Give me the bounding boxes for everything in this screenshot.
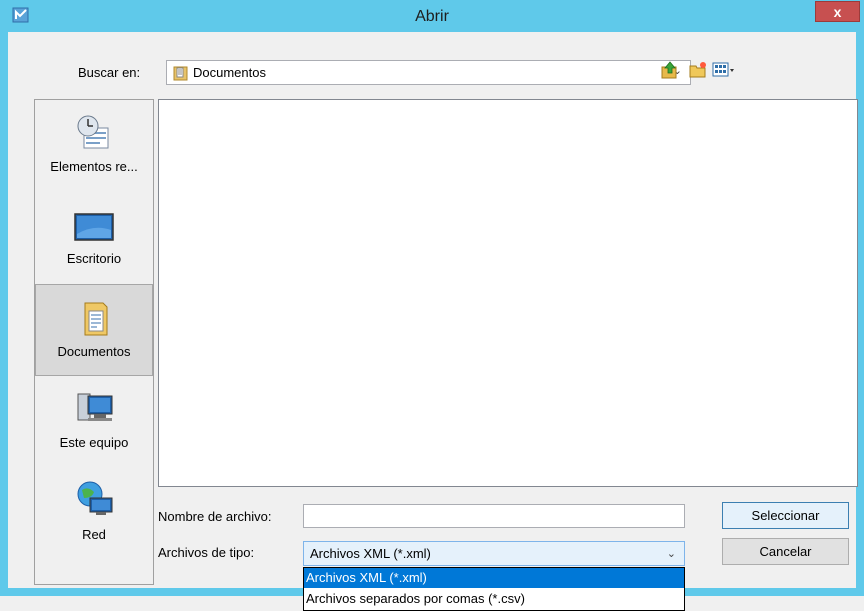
chevron-down-icon[interactable]: ⌄ — [667, 547, 676, 560]
lookin-label: Buscar en: — [78, 65, 141, 80]
desktop-icon — [74, 213, 114, 241]
close-button[interactable]: x — [815, 1, 860, 22]
select-button[interactable]: Seleccionar — [722, 502, 849, 529]
new-folder-icon[interactable] — [688, 60, 708, 80]
filename-label: Nombre de archivo: — [158, 509, 272, 524]
network-icon — [77, 481, 113, 515]
title-bar[interactable]: Abrir x — [0, 0, 864, 32]
filetype-dropdown-list: Archivos XML (*.xml) Archivos separados … — [303, 567, 685, 611]
filename-input[interactable] — [303, 504, 685, 528]
dropdown-option-csv[interactable]: Archivos separados por comas (*.csv) — [304, 589, 684, 609]
place-label: Este equipo — [59, 435, 129, 450]
place-this-pc[interactable]: Este equipo — [35, 376, 153, 468]
computer-icon — [77, 393, 113, 421]
filetype-value: Archivos XML (*.xml) — [310, 546, 431, 561]
cancel-button[interactable]: Cancelar — [722, 538, 849, 565]
place-label: Escritorio — [66, 251, 122, 266]
lookin-value: Documentos — [193, 65, 266, 80]
recent-items-icon — [77, 115, 109, 149]
dialog-body: Buscar en: Documentos ⌄ Elementos re... … — [8, 32, 858, 588]
place-documents[interactable]: Documentos — [35, 284, 153, 376]
place-desktop[interactable]: Escritorio — [35, 192, 153, 284]
documents-folder-icon — [84, 302, 108, 336]
documents-folder-small-icon — [173, 66, 188, 81]
dropdown-option-xml[interactable]: Archivos XML (*.xml) — [304, 568, 684, 588]
filetype-label: Archivos de tipo: — [158, 545, 255, 560]
place-label: Red — [82, 527, 106, 542]
lookin-combobox[interactable]: Documentos ⌄ — [166, 60, 691, 85]
window-title: Abrir — [415, 8, 449, 25]
file-list-view[interactable] — [158, 99, 858, 487]
open-dialog-window: Abrir x Buscar en: Documentos ⌄ Elemento… — [0, 0, 864, 596]
place-label: Documentos — [57, 344, 131, 359]
filetype-combobox[interactable]: Archivos XML (*.xml) ⌄ — [303, 541, 685, 566]
place-label: Elementos re... — [50, 159, 138, 174]
place-network[interactable]: Red — [35, 468, 153, 560]
places-bar: Elementos re... Escritorio Documentos Es… — [34, 99, 154, 585]
view-menu-icon[interactable] — [712, 60, 736, 80]
up-folder-icon[interactable] — [660, 60, 680, 80]
place-recent-items[interactable]: Elementos re... — [35, 100, 153, 192]
